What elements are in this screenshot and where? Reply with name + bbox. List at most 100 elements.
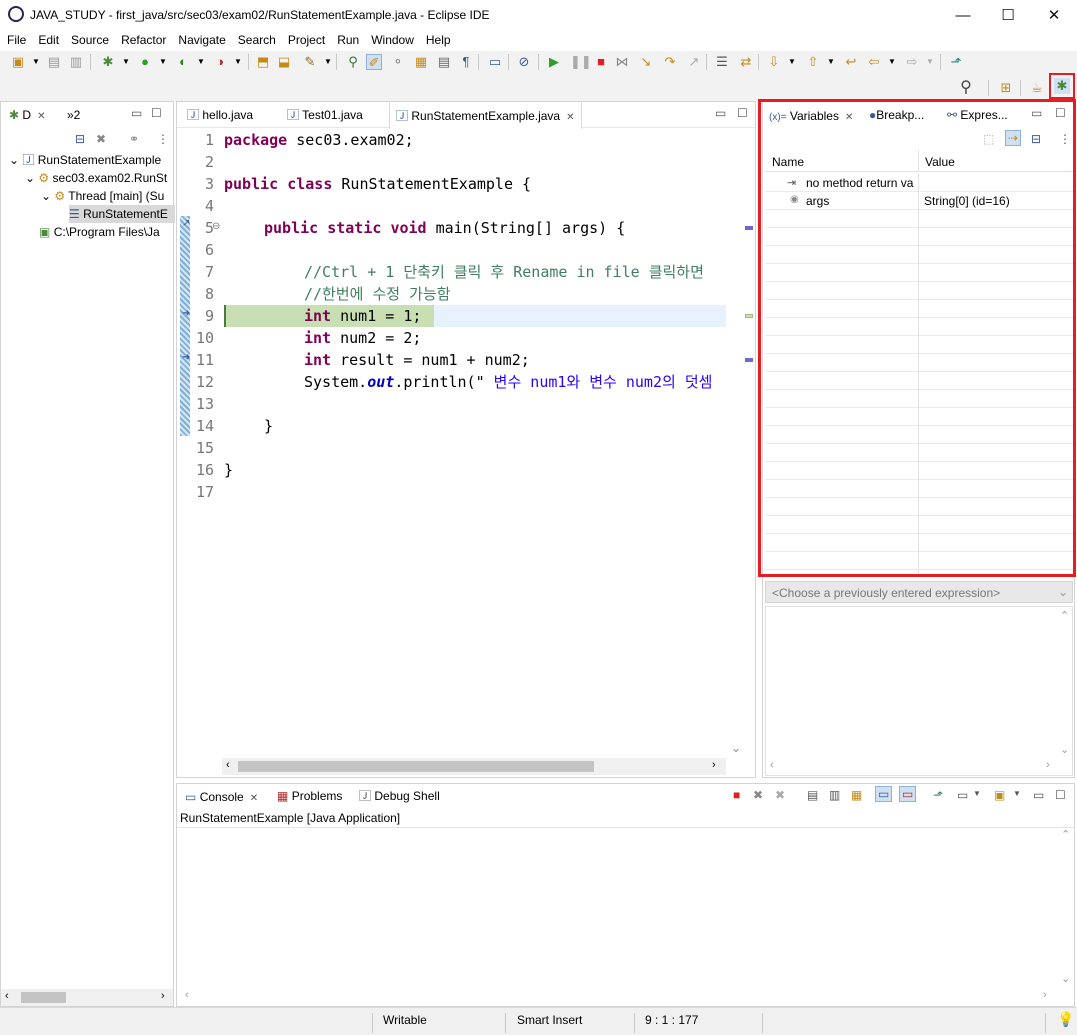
open-perspective-icon[interactable]: ⊞ <box>998 80 1014 96</box>
overview-marker[interactable] <box>745 226 753 230</box>
forward-icon[interactable]: ⇨ <box>904 54 920 70</box>
chevron-down-icon[interactable]: ⌄ <box>1058 585 1068 599</box>
menu-navigate[interactable]: Navigate <box>171 31 230 47</box>
close-icon[interactable]: ✕ <box>37 104 45 130</box>
scrollbar-thumb[interactable] <box>238 761 594 772</box>
display-console-icon[interactable]: ▭ <box>957 788 968 802</box>
tab-problems[interactable]: ▦ Problems <box>271 784 348 808</box>
tab-debug-shell[interactable]: 🄹 Debug Shell <box>353 784 446 808</box>
chevron-down-icon[interactable]: ▼ <box>823 54 839 70</box>
console-icon[interactable]: ▭ <box>487 54 503 70</box>
save-icon[interactable]: ▤ <box>46 54 62 70</box>
drop-to-frame-icon[interactable]: ☰ <box>714 54 730 70</box>
skip-breakpoints-icon[interactable]: ⊘ <box>516 54 532 70</box>
overview-marker[interactable] <box>745 314 753 318</box>
chevron-down-icon[interactable]: ▼ <box>230 54 246 70</box>
debug-perspective-icon[interactable]: ✱ <box>1054 78 1070 94</box>
menu-file[interactable]: File <box>0 31 31 47</box>
minimize-icon[interactable]: ▭ <box>715 106 726 120</box>
run-icon[interactable]: ● <box>137 54 153 70</box>
close-icon[interactable]: ✕ <box>250 787 258 811</box>
minimize-icon[interactable]: ▭ <box>1033 788 1044 802</box>
tab-console[interactable]: ▭ Console ✕ <box>179 784 265 811</box>
open-folder-icon[interactable]: ⬓ <box>276 54 292 70</box>
chevron-right-icon[interactable]: › <box>712 759 716 771</box>
remove-all-terminated-icon[interactable]: ✖ <box>775 788 785 802</box>
chevron-right-icon[interactable]: › <box>161 990 165 1002</box>
expression-combobox[interactable]: <Choose a previously entered expression>… <box>765 581 1073 603</box>
tab-debug[interactable]: ✱ D ✕ <box>3 102 51 128</box>
chevron-left-icon[interactable]: ‹ <box>770 759 774 771</box>
terminate-icon[interactable]: ■ <box>593 54 609 70</box>
chevron-down-icon[interactable]: ▼ <box>28 54 44 70</box>
remove-launch-icon[interactable]: ✖ <box>753 788 763 802</box>
open-console-icon[interactable]: ▣ <box>994 788 1005 802</box>
expression-detail-pane[interactable]: ⌃ ⌄ ‹ › <box>765 606 1073 776</box>
menu-refactor[interactable]: Refactor <box>114 31 171 47</box>
chevron-up-icon[interactable]: ⌃ <box>1060 609 1069 622</box>
back-icon[interactable]: ⇦ <box>866 54 882 70</box>
use-step-filters-icon[interactable]: ⇄ <box>738 54 754 70</box>
chevron-right-icon[interactable]: › <box>1046 759 1050 771</box>
show-on-stderr-icon[interactable]: ▭ <box>899 786 917 802</box>
resume-icon[interactable]: ▶ <box>546 54 562 70</box>
chevron-down-icon[interactable]: ▼ <box>1013 789 1021 798</box>
menu-window[interactable]: Window <box>364 31 419 47</box>
clear-console-icon[interactable]: ▤ <box>807 788 818 802</box>
close-icon[interactable]: ✕ <box>566 105 574 131</box>
editor-horizontal-scrollbar[interactable]: ‹ › <box>222 758 726 775</box>
maximize-icon[interactable]: ☐ <box>1055 788 1066 802</box>
pin-console-icon[interactable]: ⬏ <box>933 788 943 802</box>
show-whitespace-icon[interactable]: ¶ <box>458 54 474 70</box>
status-insert-mode[interactable]: Smart Insert <box>517 1013 582 1027</box>
chevron-down-icon[interactable]: ⌄ <box>731 741 741 755</box>
menu-source[interactable]: Source <box>64 31 114 47</box>
prev-annotation-up-icon[interactable]: ⇧ <box>805 54 821 70</box>
lightbulb-icon[interactable]: 💡 <box>1057 1011 1074 1028</box>
chevron-down-icon[interactable]: ▼ <box>193 54 209 70</box>
menu-run[interactable]: Run <box>330 31 364 47</box>
maximize-editor-icon[interactable]: ⬏ <box>948 54 964 70</box>
next-annotation-icon[interactable]: ▦ <box>413 54 429 70</box>
suspend-icon[interactable]: ❚❚ <box>570 54 592 70</box>
minimize-icon[interactable]: ▭ <box>131 106 142 120</box>
annotation-icon[interactable]: ⚬ <box>390 54 406 70</box>
menu-help[interactable]: Help <box>419 31 456 47</box>
search-tool-icon[interactable]: ✎ <box>302 54 318 70</box>
terminate-icon[interactable]: ■ <box>733 788 740 802</box>
chevron-down-icon[interactable]: ⌄ <box>1061 972 1070 985</box>
chevron-left-icon[interactable]: ‹ <box>226 759 230 771</box>
chevron-down-icon[interactable]: ▼ <box>973 789 981 798</box>
chevron-left-icon[interactable]: ‹ <box>5 990 9 1002</box>
tab-overflow[interactable]: »2 <box>61 102 86 128</box>
save-all-icon[interactable]: ▥ <box>68 54 84 70</box>
menu-search[interactable]: Search <box>231 31 281 47</box>
tab-test01-java[interactable]: 🄹 Test01.java <box>281 102 369 128</box>
chevron-down-icon[interactable]: ▼ <box>884 54 900 70</box>
chevron-down-icon[interactable]: ▼ <box>155 54 171 70</box>
step-return-icon[interactable]: ↗ <box>686 54 702 70</box>
mark-occurrences-icon[interactable]: ✐ <box>366 54 382 70</box>
disconnect-icon[interactable]: ⋈ <box>614 54 630 70</box>
search-icon[interactable]: ⚲ <box>958 80 974 96</box>
maximize-icon[interactable]: ☐ <box>151 106 162 120</box>
chevron-down-icon[interactable]: ▼ <box>320 54 336 70</box>
java-perspective-icon[interactable]: ☕ <box>1029 80 1045 96</box>
scroll-lock-icon[interactable]: ▥ <box>829 788 840 802</box>
minimize-button[interactable]: — <box>940 2 986 30</box>
last-edit-icon[interactable]: ↩ <box>843 54 859 70</box>
external-tools-icon[interactable]: ◑ <box>212 54 228 70</box>
scrollbar-thumb[interactable] <box>21 992 66 1003</box>
coverage-icon[interactable]: ◐ <box>175 54 191 70</box>
code-area[interactable]: package sec03.exam02; public class RunSt… <box>0 129 726 509</box>
close-button[interactable]: ✕ <box>1031 2 1077 30</box>
new-icon[interactable]: ▣ <box>10 54 26 70</box>
chevron-down-icon[interactable]: ▼ <box>784 54 800 70</box>
next-annotation-down-icon[interactable]: ⇩ <box>766 54 782 70</box>
chevron-down-icon[interactable]: ▼ <box>922 54 938 70</box>
word-wrap-icon[interactable]: ▦ <box>851 788 862 802</box>
maximize-icon[interactable]: ☐ <box>737 106 748 120</box>
tab-runstatementexample-java[interactable]: 🄹 RunStatementExample.java ✕ <box>389 102 582 129</box>
open-type-icon[interactable]: ⬒ <box>255 54 271 70</box>
maximize-button[interactable]: ☐ <box>985 2 1031 30</box>
